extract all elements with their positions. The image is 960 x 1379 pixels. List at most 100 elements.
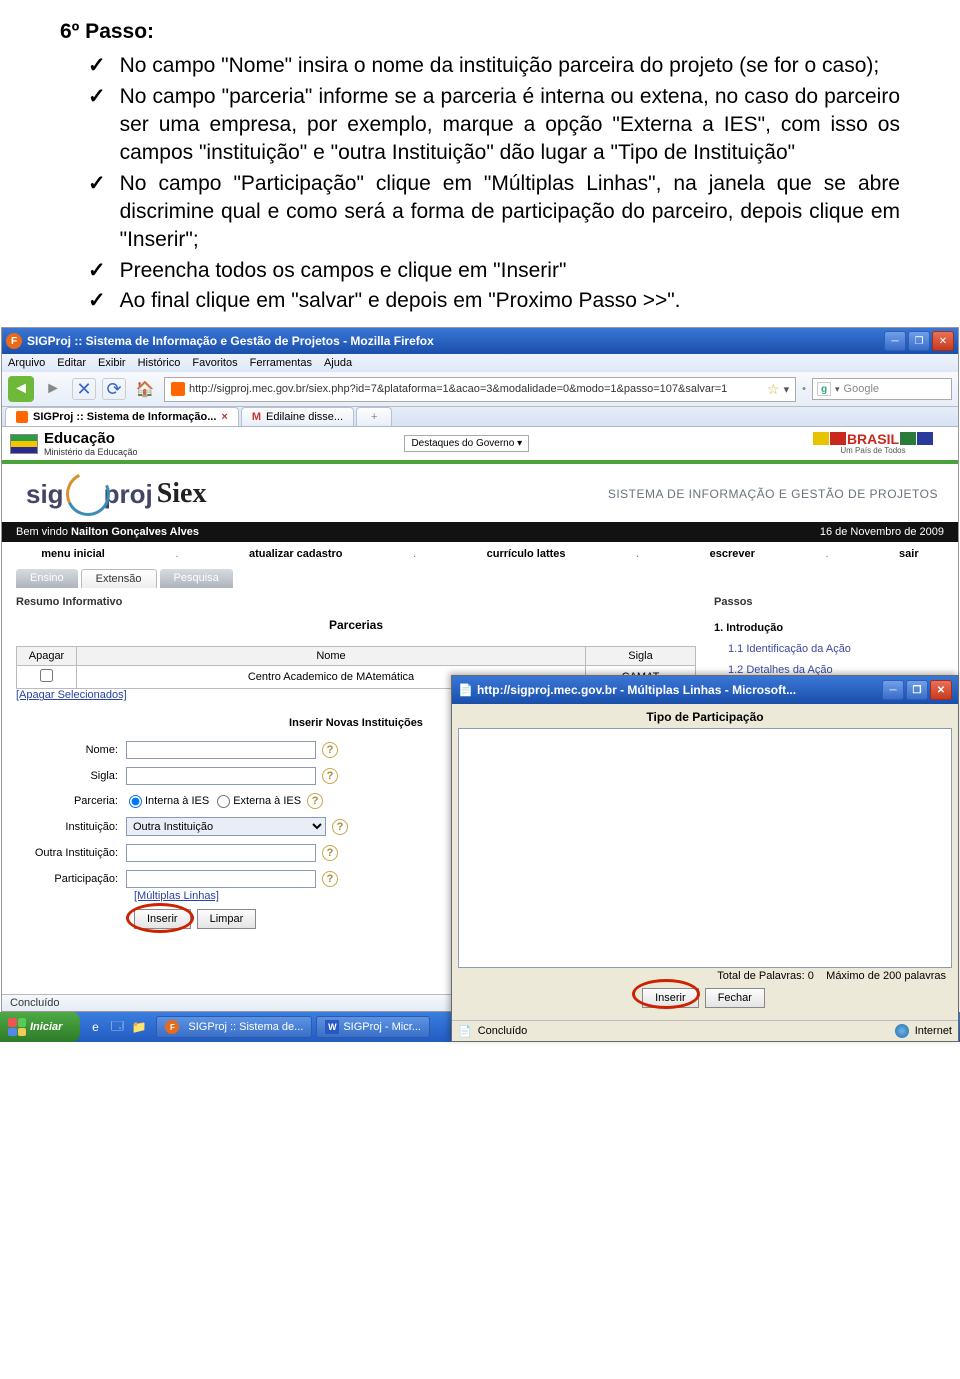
menu-escrever[interactable]: escrever — [710, 548, 755, 560]
popup-fechar-button[interactable]: Fechar — [705, 988, 765, 1008]
radio-externa[interactable] — [217, 795, 230, 808]
outra-input[interactable] — [126, 844, 316, 862]
tab-label: SIGProj :: Sistema de Informação... — [33, 411, 216, 423]
ie-icon[interactable]: e — [86, 1018, 104, 1036]
popup-status-text: Concluído — [478, 1025, 528, 1037]
forward-button[interactable]: ► — [40, 376, 66, 402]
document-text: 6º Passo: ✓No campo "Nome" insira o nome… — [0, 0, 960, 327]
popup-textarea[interactable] — [458, 728, 952, 968]
welcome-bar: Bem vindo Nailton Gonçalves Alves 16 de … — [2, 522, 958, 542]
participacao-input[interactable] — [126, 870, 316, 888]
help-icon[interactable]: ? — [322, 871, 338, 887]
firefox-icon: F — [6, 333, 22, 349]
internet-zone-icon — [895, 1024, 909, 1038]
popup-statusbar: 📄 Concluído Internet — [452, 1020, 958, 1041]
bookmark-star-icon[interactable]: ☆ — [767, 381, 780, 398]
tab-extensao[interactable]: Extensão — [81, 569, 157, 588]
menu-exibir[interactable]: Exibir — [98, 357, 126, 369]
desktop-icon[interactable]: 🗔 — [108, 1018, 126, 1036]
word-icon: W — [325, 1020, 339, 1034]
firefox-icon: F — [165, 1020, 179, 1034]
check-icon: ✓ — [88, 83, 106, 168]
step-heading: 6º Passo: — [60, 18, 900, 46]
help-icon[interactable]: ? — [322, 845, 338, 861]
tab-close-icon[interactable]: × — [221, 411, 227, 423]
tab-sigproj[interactable]: SIGProj :: Sistema de Informação... × — [5, 407, 239, 426]
new-tab-button[interactable]: + — [356, 407, 392, 426]
sigproj-logo: sigproj Siex — [26, 472, 206, 516]
menu-arquivo[interactable]: Arquivo — [8, 357, 45, 369]
menu-favoritos[interactable]: Favoritos — [192, 357, 237, 369]
module-tabs: Ensino Extensão Pesquisa — [2, 566, 710, 588]
menu-atualizar[interactable]: atualizar cadastro — [249, 548, 343, 560]
tab-ensino[interactable]: Ensino — [16, 569, 78, 588]
brasil-logo: BRASIL Um País de Todos — [813, 432, 933, 455]
welcome-text: Bem vindo Nailton Gonçalves Alves — [16, 526, 199, 538]
apagar-selecionados-link[interactable]: [Apagar Selecionados] — [16, 689, 127, 701]
popup-heading: Tipo de Participação — [458, 710, 952, 724]
close-button[interactable]: ✕ — [932, 331, 954, 351]
siex-logo: Siex — [157, 478, 207, 510]
menu-historico[interactable]: Histórico — [138, 357, 181, 369]
home-button[interactable]: 🏠 — [132, 376, 158, 402]
radio-interna-label: Interna à IES — [145, 795, 209, 807]
passos-item[interactable]: 1.1 Identificação da Ação — [714, 639, 944, 660]
menu-lattes[interactable]: currículo lattes — [487, 548, 566, 560]
url-dropdown-icon[interactable]: ▾ — [784, 383, 790, 396]
popup-close-button[interactable]: ✕ — [930, 680, 952, 700]
radio-interna[interactable] — [129, 795, 142, 808]
instituicao-select[interactable]: Outra Instituição — [126, 817, 326, 836]
folder-icon[interactable]: 📁 — [130, 1018, 148, 1036]
popup-window: 📄 http://sigproj.mec.gov.br - Múltiplas … — [451, 675, 959, 1042]
help-icon[interactable]: ? — [307, 793, 323, 809]
sigla-input[interactable] — [126, 767, 316, 785]
url-bar[interactable]: http://sigproj.mec.gov.br/siex.php?id=7&… — [164, 377, 796, 402]
popup-minimize-button[interactable]: ─ — [882, 680, 904, 700]
menu-ferramentas[interactable]: Ferramentas — [250, 357, 312, 369]
parcerias-heading: Parcerias — [16, 618, 696, 632]
menu-editar[interactable]: Editar — [57, 357, 86, 369]
windows-logo-icon — [8, 1018, 26, 1036]
row-checkbox[interactable] — [40, 669, 53, 682]
limpar-button[interactable]: Limpar — [197, 909, 257, 929]
done-icon: 📄 — [458, 1025, 472, 1038]
nome-input[interactable] — [126, 741, 316, 759]
start-button[interactable]: Iniciar — [0, 1012, 80, 1042]
tab-pesquisa[interactable]: Pesquisa — [160, 569, 233, 588]
minimize-button[interactable]: ─ — [884, 331, 906, 351]
destaques-dropdown[interactable]: Destaques do Governo ▾ — [404, 435, 529, 452]
menu-ajuda[interactable]: Ajuda — [324, 357, 352, 369]
maximize-button[interactable]: ❐ — [908, 331, 930, 351]
menu-inicial[interactable]: menu inicial — [41, 548, 105, 560]
passos-heading: Passos — [714, 596, 944, 608]
ministry-title: Educação Ministério da Educação — [44, 430, 138, 457]
popup-title-text: http://sigproj.mec.gov.br - Múltiplas Li… — [477, 683, 882, 697]
help-icon[interactable]: ? — [322, 742, 338, 758]
popup-maximize-button[interactable]: ❐ — [906, 680, 928, 700]
tab-favicon-icon — [16, 411, 28, 423]
ie-page-icon: 📄 — [458, 683, 473, 697]
tab-gmail[interactable]: M Edilaine disse... — [241, 407, 354, 426]
reload-button[interactable]: ✕ — [72, 378, 96, 400]
resumo-title: Resumo Informativo — [16, 596, 696, 608]
taskbar-item-sigproj[interactable]: F SIGProj :: Sistema de... — [156, 1016, 312, 1038]
go-button[interactable]: • — [802, 383, 806, 395]
passos-item[interactable]: 1. Introdução — [714, 618, 944, 639]
brazil-flag-icon — [10, 434, 38, 454]
sigproj-header: sigproj Siex SISTEMA DE INFORMAÇÃO E GES… — [2, 464, 958, 522]
help-icon[interactable]: ? — [322, 768, 338, 784]
search-dropdown-icon[interactable]: ▾ — [835, 384, 840, 395]
stop-button[interactable]: ⟳ — [102, 378, 126, 400]
popup-zone-text: Internet — [915, 1025, 952, 1037]
back-button[interactable]: ◄ — [8, 376, 34, 402]
search-box[interactable]: g ▾ Google — [812, 378, 952, 400]
multiplas-linhas-link[interactable]: [Múltiplas Linhas] — [134, 890, 219, 902]
date-text: 16 de Novembro de 2009 — [820, 526, 944, 538]
taskbar-item-word[interactable]: W SIGProj - Micr... — [316, 1016, 430, 1038]
bullet-2: No campo "parceria" informe se a parceri… — [120, 83, 900, 168]
chevron-down-icon: ▾ — [517, 438, 522, 449]
url-text: http://sigproj.mec.gov.br/siex.php?id=7&… — [189, 383, 763, 395]
menu-sair[interactable]: sair — [899, 548, 919, 560]
label-participacao: Participação: — [16, 873, 126, 885]
help-icon[interactable]: ? — [332, 819, 348, 835]
